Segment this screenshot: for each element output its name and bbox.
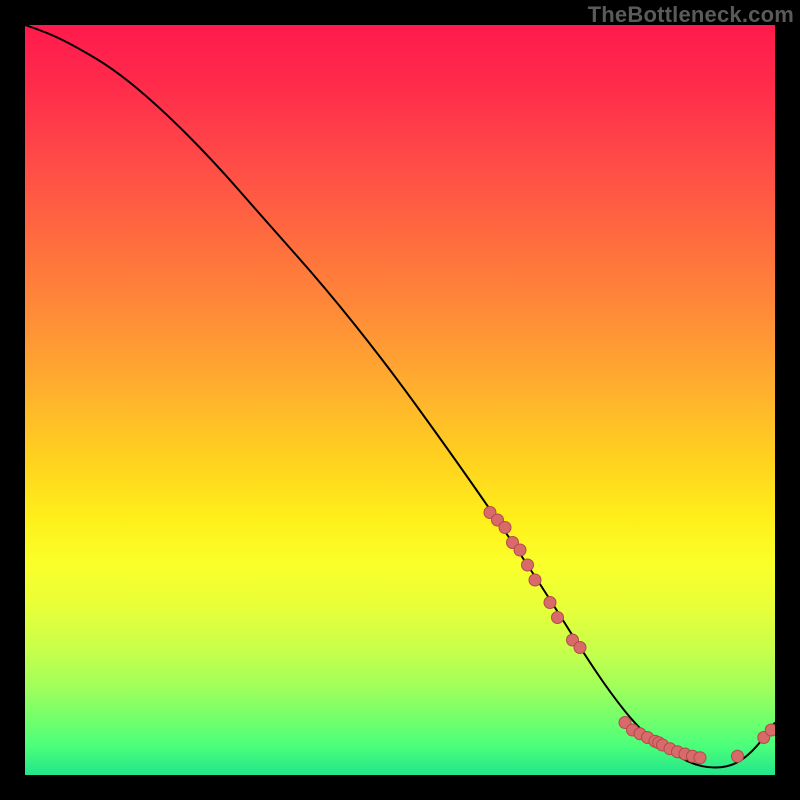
data-marker (765, 724, 775, 736)
watermark-label: TheBottleneck.com (588, 2, 794, 28)
data-marker (544, 597, 556, 609)
chart-overlay-svg (25, 25, 775, 775)
data-marker (514, 544, 526, 556)
data-marker (529, 574, 541, 586)
bottleneck-curve-path (25, 25, 775, 768)
data-marker (574, 642, 586, 654)
data-marker (732, 750, 744, 762)
chart-stage: TheBottleneck.com (0, 0, 800, 800)
marker-group (484, 507, 775, 764)
data-marker (694, 752, 706, 764)
plot-area (25, 25, 775, 775)
data-marker (552, 612, 564, 624)
data-marker (499, 522, 511, 534)
data-marker (522, 559, 534, 571)
